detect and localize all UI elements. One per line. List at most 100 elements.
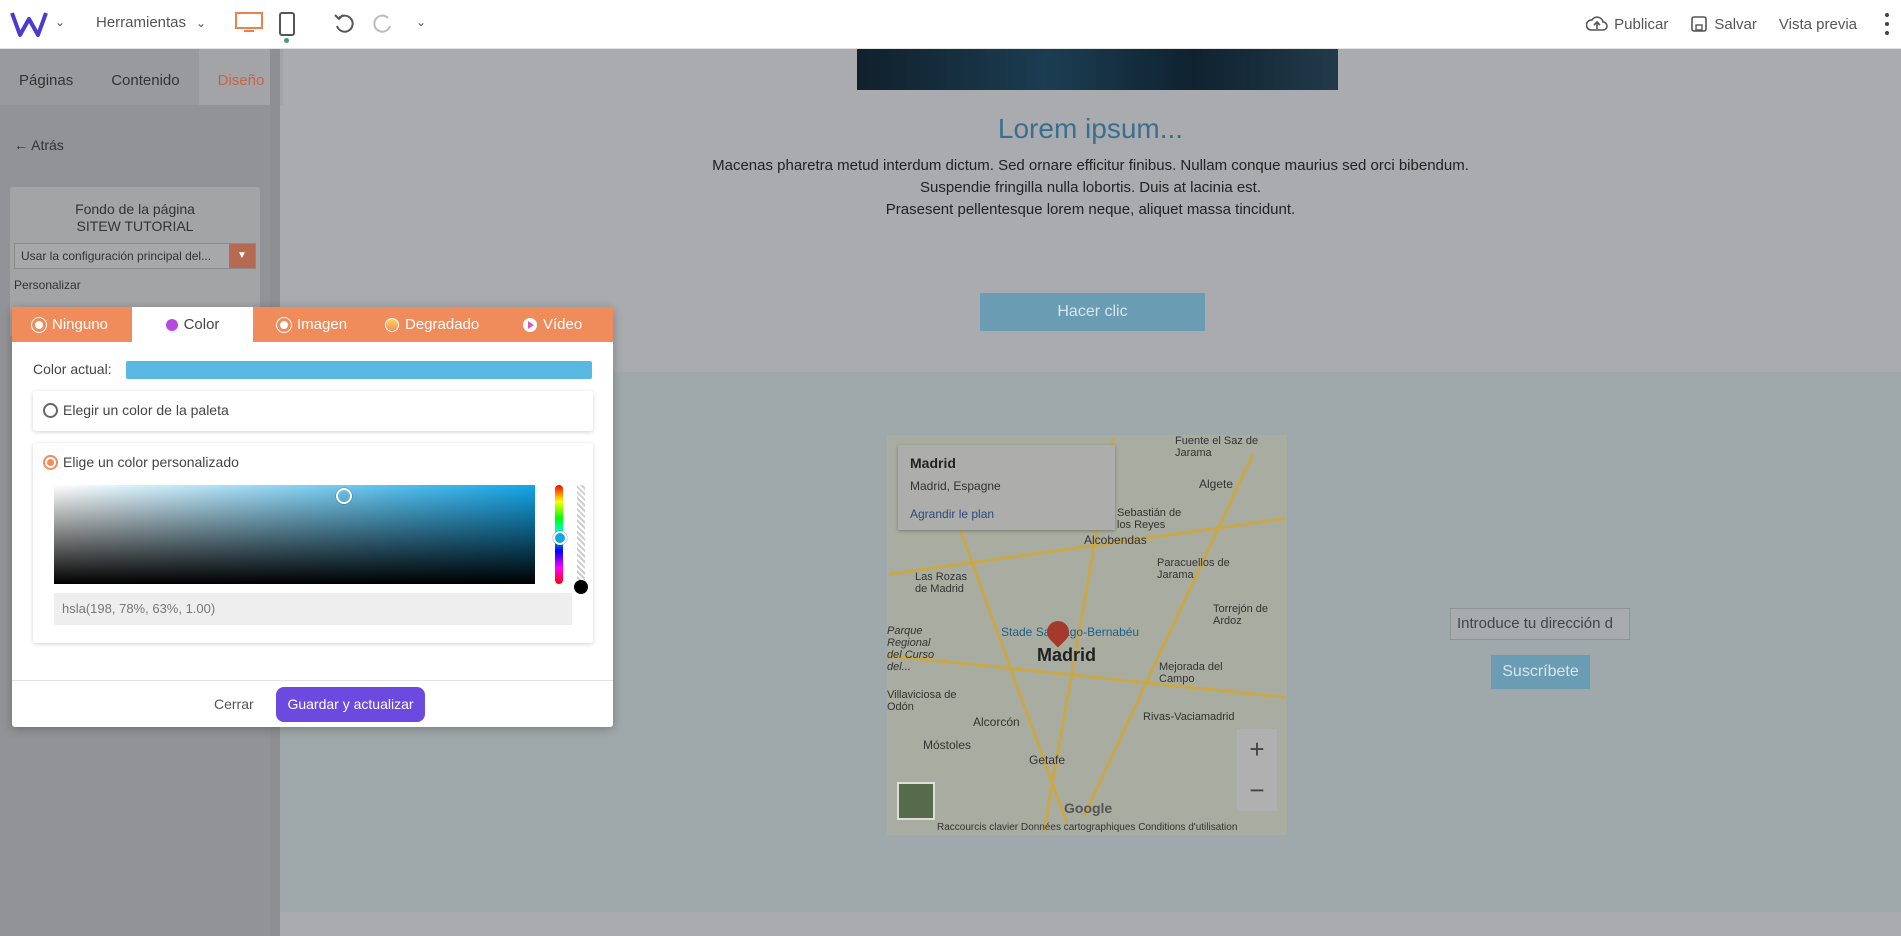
section-title[interactable]: Lorem ipsum... <box>280 113 1901 145</box>
select-value: Usar la configuración principal del... <box>21 249 212 263</box>
map-pin-icon[interactable] <box>1042 616 1074 648</box>
panel-title-line1: Fondo de la página <box>75 201 195 217</box>
map-label: Sebastián de los Reyes <box>1117 507 1182 531</box>
palette-radio[interactable] <box>43 403 58 418</box>
map-footer[interactable]: Raccourcis clavier Données cartographiqu… <box>937 822 1237 833</box>
gradient-icon <box>385 317 399 332</box>
logo-menu-chevron-down-icon[interactable]: ⌄ <box>55 15 65 29</box>
save-label: Salvar <box>1714 15 1757 33</box>
body-line: Macenas pharetra metud interdum dictum. … <box>712 157 1469 174</box>
map-label: Alcorcón <box>973 715 1020 729</box>
map-city-label: Madrid <box>1037 645 1097 665</box>
map-label: Rivas-Vaciamadrid <box>1143 711 1235 723</box>
desktop-view-icon[interactable] <box>235 12 263 34</box>
tab-label: Imagen <box>297 316 348 333</box>
saturation-value-area[interactable] <box>54 485 535 584</box>
publish-label: Publicar <box>1614 15 1669 33</box>
palette-option-label: Elegir un color de la paleta <box>63 402 229 418</box>
preview-button[interactable]: Vista previa <box>1779 16 1857 33</box>
body-line: Suspendie fringilla nulla lobortis. Duis… <box>919 179 1261 196</box>
tab-gradient[interactable]: Degradado <box>385 307 479 342</box>
section-gap <box>280 912 1901 936</box>
cta-button[interactable]: Hacer clic <box>980 293 1205 331</box>
hero-image[interactable] <box>857 49 1338 90</box>
email-input[interactable]: Introduce tu dirección d <box>1450 608 1630 640</box>
custom-color-radio[interactable] <box>43 455 58 470</box>
redo-icon[interactable] <box>372 12 394 34</box>
map-label: Getafe <box>1029 753 1066 767</box>
sitew-logo[interactable] <box>10 9 48 39</box>
background-color-dialog: Ninguno Color Imagen Degradado Vídeo Col… <box>12 307 613 727</box>
map-label: Mejorada del Campo <box>1159 661 1223 685</box>
map-label: Fuente el Saz de Jarama <box>1175 435 1259 459</box>
tools-menu[interactable]: Herramientas ⌄ <box>96 14 206 31</box>
cloud-upload-icon <box>1586 16 1608 31</box>
top-toolbar: ⌄ Herramientas ⌄ ⌄ Publicar Salvar Vista… <box>0 0 1901 49</box>
enlarge-map-link[interactable]: Agrandir le plan <box>910 507 1103 521</box>
select-caret-icon: ▼ <box>229 244 255 268</box>
alpha-slider[interactable] <box>577 485 585 584</box>
google-logo: Google <box>1064 800 1113 816</box>
panel-title-line2: SITEW TUTORIAL <box>76 218 194 234</box>
map-label: Torrejón de Ardoz <box>1213 603 1269 627</box>
chevron-down-icon: ⌄ <box>196 15 207 30</box>
dialog-footer: Cerrar Guardar y actualizar <box>12 680 613 727</box>
custom-option-label: Elige un color personalizado <box>63 454 239 470</box>
panel-title: Fondo de la página SITEW TUTORIAL <box>10 201 260 235</box>
map-card-subtitle: Madrid, Espagne <box>910 479 1001 493</box>
map-label: Villaviciosa de Odón <box>887 689 957 713</box>
map-card-title: Madrid <box>910 455 956 471</box>
top-right-actions: Publicar Salvar Vista previa <box>1586 0 1901 48</box>
mobile-view-icon[interactable] <box>279 12 295 36</box>
close-button[interactable]: Cerrar <box>214 696 254 712</box>
tab-pages[interactable]: Páginas <box>0 49 92 105</box>
alpha-handle[interactable] <box>574 580 588 594</box>
tools-menu-label: Herramientas <box>96 14 187 31</box>
history-chevron-down-icon[interactable]: ⌄ <box>416 15 426 29</box>
map-label: Móstoles <box>923 738 972 752</box>
active-indicator-dot <box>284 38 289 43</box>
custom-color-card: Elige un color personalizado hsla(198, 7… <box>33 443 593 643</box>
map-label: Parque Regional del Curso del... <box>887 625 935 673</box>
back-link[interactable]: ← Atrás <box>14 137 64 153</box>
hue-handle[interactable] <box>553 531 567 545</box>
tab-content[interactable]: Contenido <box>92 49 198 105</box>
background-mode-select[interactable]: Usar la configuración principal del... ▼ <box>14 243 256 269</box>
tab-video[interactable]: Vídeo <box>523 307 582 342</box>
tab-label: Degradado <box>405 316 480 333</box>
body-line: Prasesent pellentesque lorem neque, aliq… <box>885 201 1296 218</box>
preview-label: Vista previa <box>1778 15 1857 33</box>
tab-none[interactable]: Ninguno <box>32 307 108 342</box>
palette-option-card[interactable]: Elegir un color de la paleta <box>33 391 593 431</box>
section-body[interactable]: Macenas pharetra metud interdum dictum. … <box>280 155 1901 221</box>
arrow-left-icon: ← <box>14 137 28 153</box>
save-button[interactable]: Salvar <box>1690 15 1757 33</box>
image-icon <box>277 317 291 332</box>
current-color-label: Color actual: <box>33 361 112 377</box>
map-label: Paracuellos de Jarama <box>1157 557 1230 581</box>
map-label: Algete <box>1199 477 1234 491</box>
map-info-card: Madrid Madrid, Espagne Agrandir le plan <box>898 445 1115 530</box>
google-map[interactable]: Madrid Madrid, Espagne Agrandir le plan … <box>887 435 1287 835</box>
tab-image[interactable]: Imagen <box>277 307 347 342</box>
play-icon <box>523 317 537 332</box>
map-zoom-controls: + − <box>1237 729 1277 811</box>
zoom-in-icon[interactable]: + <box>1237 729 1277 770</box>
tab-color[interactable]: Color <box>132 307 253 342</box>
undo-icon[interactable] <box>333 12 355 34</box>
background-type-tabs: Ninguno Color Imagen Degradado Vídeo <box>12 307 613 342</box>
map-label: Alcobendas <box>1084 533 1147 547</box>
map-label: Las Rozas de Madrid <box>915 571 967 595</box>
satellite-toggle[interactable] <box>897 782 935 820</box>
save-and-update-button[interactable]: Guardar y actualizar <box>276 687 425 722</box>
none-icon <box>32 317 46 332</box>
subscribe-button[interactable]: Suscríbete <box>1491 655 1590 689</box>
tab-label: Ninguno <box>52 316 108 333</box>
saturation-handle[interactable] <box>336 488 352 504</box>
publish-button[interactable]: Publicar <box>1586 16 1668 33</box>
zoom-out-icon[interactable]: − <box>1237 770 1277 811</box>
map-label: Stade Santiago-Bernabéu <box>1001 625 1140 639</box>
sidebar-tabs: Páginas Contenido Diseño <box>0 49 284 105</box>
more-options-icon[interactable] <box>1879 13 1895 35</box>
color-value-input[interactable]: hsla(198, 78%, 63%, 1.00) <box>54 593 572 625</box>
